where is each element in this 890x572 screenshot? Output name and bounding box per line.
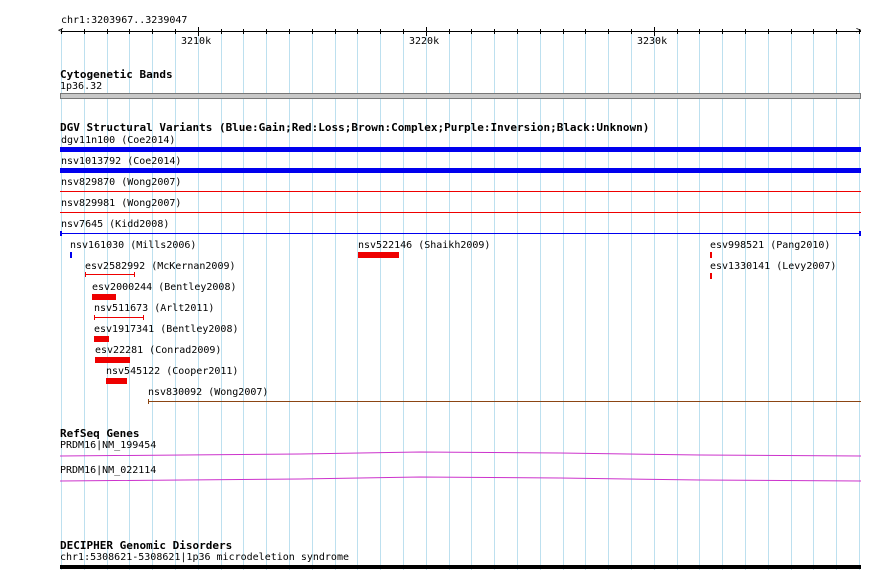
gene-line-nm-199454[interactable] bbox=[59, 451, 862, 457]
gene-line-nm-022114[interactable] bbox=[59, 476, 862, 482]
decipher-bar[interactable] bbox=[60, 565, 861, 569]
gene-label: PRDM16|NM_022114 bbox=[60, 465, 157, 476]
genome-browser-view: chr1:3203967..3239047 < > 3210k 3220k 32… bbox=[0, 0, 890, 572]
decipher-track-title: DECIPHER Genomic Disorders bbox=[60, 539, 233, 552]
gene-lines bbox=[59, 451, 862, 482]
decipher-item-label: chr1:5308621-5308621|1p36 microdeletion … bbox=[60, 552, 349, 563]
